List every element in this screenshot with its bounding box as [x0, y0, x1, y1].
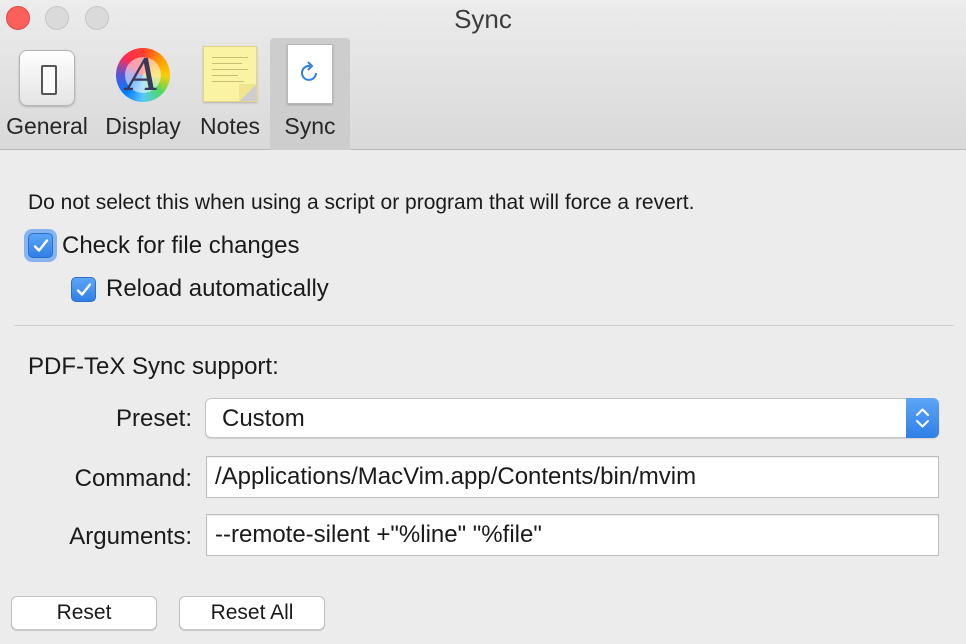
command-label: Command: [74, 465, 192, 492]
window-toolbar: Sync General A Display Notes Sync [0, 0, 966, 150]
tab-display[interactable]: A Display [100, 38, 186, 150]
refresh-icon [301, 61, 317, 81]
up-down-chevron-icon [916, 408, 929, 428]
check-file-changes-label[interactable]: Check for file changes [62, 232, 299, 260]
checkmark-icon [76, 282, 92, 296]
tab-general-label: General [6, 113, 88, 139]
arguments-field[interactable] [206, 514, 939, 556]
reset-button[interactable]: Reset [11, 596, 157, 630]
popup-arrows-icon[interactable] [906, 398, 939, 438]
tab-notes-label: Notes [199, 113, 261, 139]
preset-value: Custom [222, 405, 305, 432]
check-file-changes-checkbox[interactable] [28, 233, 53, 258]
preset-label: Preset: [115, 405, 192, 432]
file-changes-hint: Do not select this when using a script o… [28, 191, 695, 214]
separator [14, 325, 954, 326]
command-field[interactable] [206, 456, 939, 498]
focus-ring [24, 229, 57, 262]
checkmark-icon [33, 239, 49, 252]
display-letter: A [127, 50, 159, 101]
preset-popup[interactable]: Custom [205, 398, 939, 438]
reset-all-button[interactable]: Reset All [179, 596, 325, 630]
tab-sync-label: Sync [284, 113, 336, 139]
reload-automatically-label[interactable]: Reload automatically [106, 275, 329, 303]
tab-sync[interactable]: Sync [270, 38, 350, 150]
arguments-label: Arguments: [69, 523, 192, 550]
window-title: Sync [454, 4, 512, 34]
switch-icon [19, 50, 75, 106]
check-file-changes-row[interactable]: Check for file changes [24, 229, 299, 262]
reload-automatically-checkbox[interactable] [71, 276, 96, 302]
reload-automatically-row[interactable]: Reload automatically [71, 275, 329, 303]
color-wheel-icon: A [116, 48, 170, 102]
pdftex-section-title: PDF-TeX Sync support: [28, 353, 279, 380]
tab-display-label: Display [105, 113, 181, 139]
tab-general[interactable]: General [4, 38, 90, 150]
tab-notes[interactable]: Notes [194, 38, 266, 150]
note-icon [203, 46, 257, 102]
sync-document-icon [287, 44, 333, 104]
